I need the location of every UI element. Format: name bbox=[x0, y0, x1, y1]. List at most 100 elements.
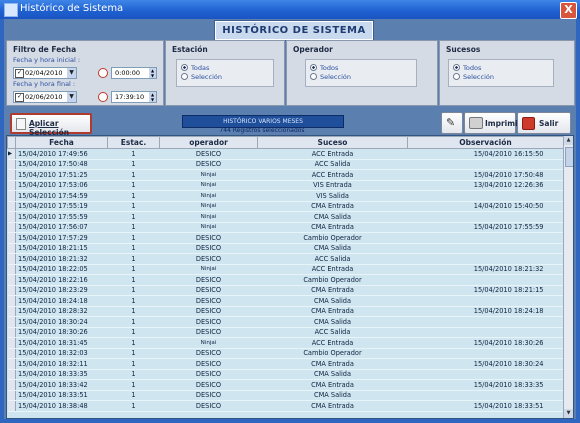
column-header-estac[interactable]: Estac. bbox=[107, 136, 160, 149]
row-selector[interactable] bbox=[7, 400, 16, 412]
close-button[interactable]: X bbox=[560, 2, 577, 19]
row-selector[interactable] bbox=[7, 358, 16, 370]
cell-observacion bbox=[407, 316, 564, 328]
row-selector[interactable] bbox=[7, 211, 16, 223]
row-selector[interactable] bbox=[7, 253, 16, 265]
row-selector[interactable] bbox=[7, 159, 16, 170]
table-row[interactable]: 15/04/2010 18:28:32 1 DESICO CMA Entrada 15/… bbox=[7, 306, 564, 317]
vertical-scrollbar[interactable]: ▲ ▼ bbox=[563, 136, 573, 418]
row-selector[interactable] bbox=[7, 390, 16, 401]
table-row[interactable]: 15/04/2010 18:24:18 1 DESICO CMA Salida bbox=[7, 295, 564, 307]
row-selector[interactable] bbox=[7, 379, 16, 391]
cell-fecha: 15/04/2010 18:33:35 bbox=[15, 369, 108, 380]
row-selector[interactable] bbox=[7, 295, 16, 307]
operator-radio-all[interactable]: Todos bbox=[310, 64, 338, 72]
row-selector[interactable] bbox=[7, 222, 16, 233]
table-row[interactable]: 15/04/2010 18:32:11 1 DESICO CMA Entrada 15/… bbox=[7, 358, 564, 370]
row-selector[interactable] bbox=[7, 232, 16, 244]
table-row[interactable]: 15/04/2010 17:51:25 1 Ninjai ACC Entrada 15/… bbox=[7, 169, 564, 181]
cell-observacion: 15/04/2010 18:24:18 bbox=[407, 306, 564, 317]
column-header-observacion[interactable]: Observación bbox=[407, 136, 564, 149]
table-row[interactable]: 15/04/2010 18:30:24 1 DESICO CMA Salida bbox=[7, 316, 564, 328]
spinner-icon[interactable]: ▲ ▼ bbox=[149, 92, 156, 102]
history-grid[interactable]: Fecha Estac. operador Suceso Observación… bbox=[6, 135, 574, 419]
chevron-down-icon[interactable]: ▼ bbox=[67, 68, 76, 78]
end-time-input[interactable]: 17:39:10 ▲ ▼ bbox=[111, 91, 157, 103]
table-row[interactable]: 15/04/2010 18:33:42 1 DESICO CMA Entrada 15/… bbox=[7, 379, 564, 391]
exit-button[interactable]: Salir bbox=[517, 112, 571, 134]
row-selector[interactable] bbox=[7, 169, 16, 181]
row-selector[interactable] bbox=[7, 201, 16, 212]
start-date-checkbox[interactable]: ✓ bbox=[15, 69, 24, 78]
start-time-value: 0:00:00 bbox=[115, 69, 141, 77]
row-selector[interactable] bbox=[7, 243, 16, 254]
row-selector[interactable] bbox=[7, 190, 16, 202]
tools-button[interactable]: ✎ bbox=[441, 112, 463, 134]
print-button[interactable]: Imprimir bbox=[464, 112, 521, 134]
table-row[interactable]: 15/04/2010 17:57:29 1 DESICO Cambio Operado… bbox=[7, 232, 564, 244]
row-selector[interactable] bbox=[7, 369, 16, 380]
row-selector[interactable] bbox=[7, 316, 16, 328]
apply-selection-button[interactable]: Aplicar Selección bbox=[10, 113, 92, 137]
table-row[interactable]: 15/04/2010 18:33:35 1 DESICO CMA Salida bbox=[7, 369, 564, 380]
row-selector[interactable] bbox=[7, 348, 16, 359]
scroll-thumb[interactable] bbox=[565, 147, 573, 167]
row-selector[interactable] bbox=[7, 327, 16, 338]
table-row[interactable]: 15/04/2010 18:38:48 1 DESICO CMA Entrada 15/… bbox=[7, 400, 564, 412]
row-selector[interactable] bbox=[7, 337, 16, 349]
table-row[interactable]: 15/04/2010 18:22:05 1 Ninjai ACC Entrada 15/… bbox=[7, 264, 564, 275]
cell-suceso: ACC Salida bbox=[257, 253, 408, 265]
cell-suceso: CMA Salida bbox=[257, 369, 408, 380]
table-row[interactable]: 15/04/2010 18:23:29 1 DESICO CMA Entrada 15/… bbox=[7, 285, 564, 296]
cell-fecha: 15/04/2010 18:24:18 bbox=[15, 295, 108, 307]
station-radio-selection[interactable]: Selección bbox=[181, 73, 222, 81]
end-date-checkbox[interactable]: ✓ bbox=[15, 93, 24, 102]
row-selector[interactable] bbox=[7, 306, 16, 317]
events-radio-all[interactable]: Todos bbox=[453, 64, 481, 72]
cell-suceso: ACC Entrada bbox=[257, 337, 408, 349]
events-radio-selection[interactable]: Selección bbox=[453, 73, 494, 81]
row-selector[interactable] bbox=[7, 274, 16, 286]
table-row[interactable]: 15/04/2010 17:50:48 1 DESICO ACC Salida bbox=[7, 159, 564, 170]
cell-operador: Ninjai bbox=[159, 180, 258, 191]
spinner-icon[interactable]: ▲ ▼ bbox=[149, 68, 156, 78]
cell-estac: 1 bbox=[107, 316, 160, 328]
cell-fecha: 15/04/2010 18:31:45 bbox=[15, 337, 108, 349]
cell-observacion bbox=[407, 327, 564, 338]
table-row[interactable]: 15/04/2010 17:56:07 1 Ninjai CMA Entrada 15/… bbox=[7, 222, 564, 233]
column-header-operador[interactable]: operador bbox=[159, 136, 258, 149]
scroll-up-icon[interactable]: ▲ bbox=[564, 136, 573, 145]
table-row[interactable]: 15/04/2010 17:53:06 1 Ninjai VIS Entrada 13/… bbox=[7, 180, 564, 191]
column-header-suceso[interactable]: Suceso bbox=[257, 136, 408, 149]
column-header-fecha[interactable]: Fecha bbox=[15, 136, 108, 149]
row-selector[interactable] bbox=[7, 285, 16, 296]
scroll-down-icon[interactable]: ▼ bbox=[564, 409, 573, 418]
start-date-picker[interactable]: ✓ 02/04/2010 ▼ bbox=[13, 67, 77, 79]
cell-suceso: ACC Salida bbox=[257, 159, 408, 170]
table-row[interactable]: 15/04/2010 18:33:51 1 DESICO CMA Salida bbox=[7, 390, 564, 401]
row-selector-current[interactable]: ▶ bbox=[7, 148, 16, 160]
row-selector[interactable] bbox=[7, 180, 16, 191]
cell-suceso: CMA Entrada bbox=[257, 201, 408, 212]
table-row[interactable]: ▶ 15/04/2010 17:49:56 1 DESICO ACC Entrada 15… bbox=[7, 148, 564, 160]
table-row[interactable]: 15/04/2010 18:30:26 1 DESICO ACC Salida bbox=[7, 327, 564, 338]
operator-radio-selection[interactable]: Selección bbox=[310, 73, 351, 81]
table-row[interactable]: 15/04/2010 17:55:19 1 Ninjai CMA Entrada 14/… bbox=[7, 201, 564, 212]
cell-observacion bbox=[407, 253, 564, 265]
station-radio-all[interactable]: Todas bbox=[181, 64, 209, 72]
start-time-input[interactable]: 0:00:00 ▲ ▼ bbox=[111, 67, 157, 79]
cell-estac: 1 bbox=[107, 264, 160, 275]
cell-observacion bbox=[407, 159, 564, 170]
cell-operador: DESICO bbox=[159, 316, 258, 328]
table-row[interactable]: 15/04/2010 17:55:59 1 Ninjai CMA Salida bbox=[7, 211, 564, 223]
table-row[interactable]: 15/04/2010 18:31:45 1 Ninjai ACC Entrada 15/… bbox=[7, 337, 564, 349]
table-row[interactable]: 15/04/2010 18:32:03 1 DESICO Cambio Operado… bbox=[7, 348, 564, 359]
table-row[interactable]: 15/04/2010 18:22:16 1 DESICO Cambio Operado… bbox=[7, 274, 564, 286]
chevron-down-icon[interactable]: ▼ bbox=[67, 92, 76, 102]
table-row[interactable]: 15/04/2010 18:21:15 1 DESICO CMA Salida bbox=[7, 243, 564, 254]
cell-observacion: 15/04/2010 18:21:32 bbox=[407, 264, 564, 275]
table-row[interactable]: 15/04/2010 18:21:32 1 DESICO ACC Salida bbox=[7, 253, 564, 265]
row-selector[interactable] bbox=[7, 264, 16, 275]
end-date-picker[interactable]: ✓ 02/06/2010 ▼ bbox=[13, 91, 77, 103]
table-row[interactable]: 15/04/2010 17:54:59 1 Ninjai VIS Salida bbox=[7, 190, 564, 202]
